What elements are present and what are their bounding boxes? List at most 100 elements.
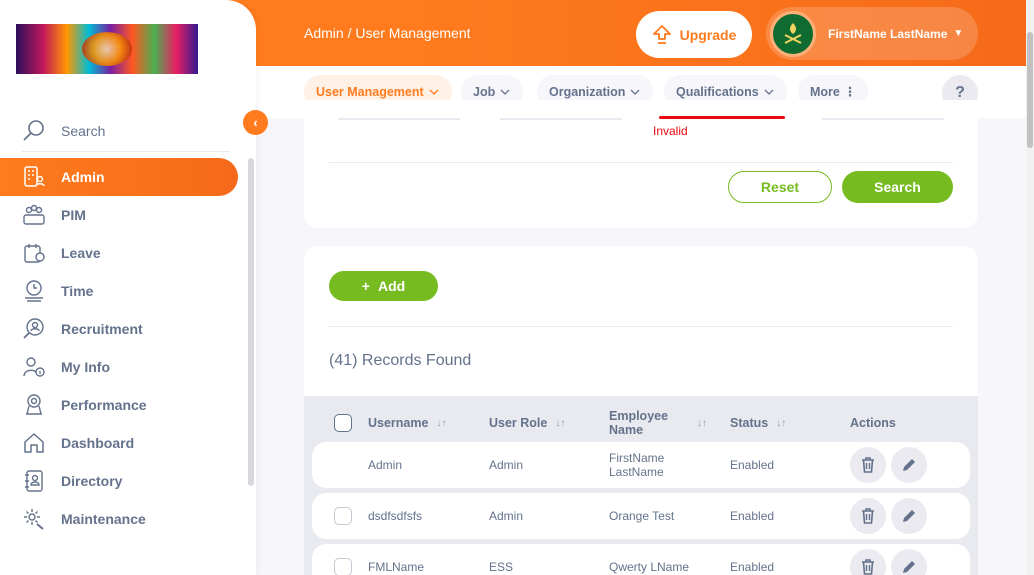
leave-icon [24,244,45,263]
sidebar-item-maintenance[interactable]: Maintenance [0,500,238,538]
performance-icon [26,394,42,415]
main-menu: Admin PIM Leave Time Recruitment My Info… [0,158,238,538]
scrollbar-thumb[interactable] [1027,32,1033,148]
add-button[interactable]: + Add [329,271,438,301]
delete-button[interactable] [850,447,886,483]
time-icon [25,280,43,302]
sidebar-item-pim[interactable]: PIM [0,196,238,234]
edit-button[interactable] [891,549,927,575]
cell-username: Admin [368,458,403,472]
divider [329,162,953,163]
breadcrumb: Admin / User Management [304,25,471,41]
more-vertical-icon: ⋮ [843,85,857,99]
input-underline [822,118,944,120]
upgrade-label: Upgrade [679,26,737,43]
cell-employee-name: Orange Test [609,509,675,523]
user-filter-card: Invalid Reset Search [304,100,978,228]
cell-employee-name: FirstName LastName [609,451,665,479]
my-info-icon [23,357,45,377]
cell-username: dsdfsdfsfs [368,509,423,523]
records-count: (41) Records Found [329,352,472,369]
sidebar-item-dashboard[interactable]: Dashboard [0,424,238,462]
directory-icon [25,470,43,492]
pim-icon [23,204,45,225]
edit-button[interactable] [891,447,927,483]
divider [329,326,953,327]
add-label: Add [377,278,406,294]
user-dropdown[interactable]: FirstName LastName ▼ [766,7,978,60]
table-row[interactable]: FMLName ESS Qwerty LName Enabled [312,544,970,575]
chevron-left-icon: ‹ [253,115,258,130]
sidebar-item-admin[interactable]: Admin [0,158,238,196]
sidebar: Search Admin PIM Leave Time Recruitment … [0,0,256,575]
maintenance-icon [24,509,44,530]
column-header-user-role[interactable]: User Role ↓↑ [489,416,565,430]
cell-employee-name: Qwerty LName [609,560,690,574]
sidebar-scrollbar[interactable] [248,158,254,486]
chevron-down-icon [500,89,510,95]
table-row[interactable]: Admin Admin FirstName LastName Enabled [312,442,970,488]
cell-user-role: ESS [489,560,514,574]
upgrade-button[interactable]: Upgrade [636,11,752,58]
delete-button[interactable] [850,549,886,575]
pencil-icon [903,561,915,573]
avatar [770,10,816,57]
page-scrollbar[interactable] [1026,0,1034,575]
search-button[interactable]: Search [842,171,953,203]
tab-label: Job [473,84,496,99]
cell-status: Enabled [730,509,775,523]
plus-icon: + [361,278,370,294]
users-table: Username ↓↑ User Role ↓↑ Employee Name ↓↑ S… [304,396,978,575]
sort-icon: ↓↑ [776,417,787,429]
column-header-employee-name[interactable]: Employee Name ↓↑ [609,409,719,437]
column-header-status[interactable]: Status ↓↑ [730,416,786,430]
input-underline [500,118,622,120]
sidebar-item-my-info[interactable]: My Info [0,348,238,386]
chevron-down-icon [764,89,774,95]
column-header-username[interactable]: Username ↓↑ [368,416,446,430]
emblem-icon [784,22,802,44]
sort-icon: ↓↑ [697,417,707,429]
cell-user-role: Admin [489,509,524,523]
select-all-checkbox[interactable] [334,414,352,432]
row-checkbox[interactable] [334,558,352,575]
trash-icon [862,508,874,524]
sidebar-item-leave[interactable]: Leave [0,234,238,272]
user-name: FirstName LastName [828,26,948,41]
upgrade-icon [652,24,671,44]
brand-logo[interactable] [16,24,198,74]
search-icon [23,119,44,141]
pencil-icon [903,510,915,522]
reset-button[interactable]: Reset [728,171,832,203]
sidebar-item-time[interactable]: Time [0,272,238,310]
sidebar-search[interactable]: Search [22,110,230,152]
cell-status: Enabled [730,458,775,472]
sort-icon: ↓↑ [555,417,566,429]
delete-button[interactable] [850,498,886,534]
chevron-down-icon [630,89,640,95]
sidebar-item-performance[interactable]: Performance [0,386,238,424]
chevron-down-icon [429,89,439,95]
search-label: Search [61,122,106,139]
table-row[interactable]: dsdfsdfsfs Admin Orange Test Enabled [312,493,970,539]
sidebar-item-recruitment[interactable]: Recruitment [0,310,238,348]
sort-icon: ↓↑ [436,417,447,429]
row-checkbox[interactable] [334,507,352,525]
tab-label: Qualifications [676,84,759,99]
sidebar-item-directory[interactable]: Directory [0,462,238,500]
invalid-message: Invalid [653,124,688,138]
collapse-sidebar-button[interactable]: ‹ [243,110,268,135]
trash-icon [862,457,874,473]
tab-label: More [810,84,840,99]
cell-status: Enabled [730,560,775,574]
tab-label: Organization [549,84,626,99]
cell-username: FMLName [368,560,425,574]
cell-user-role: Admin [489,458,524,472]
edit-button[interactable] [891,498,927,534]
pencil-icon [903,459,915,471]
dashboard-icon [24,433,44,453]
admin-icon [24,166,45,187]
recruitment-icon [23,318,44,339]
records-card: + Add (41) Records Found Username ↓↑ User… [304,246,978,575]
tab-label: User Management [316,84,424,99]
